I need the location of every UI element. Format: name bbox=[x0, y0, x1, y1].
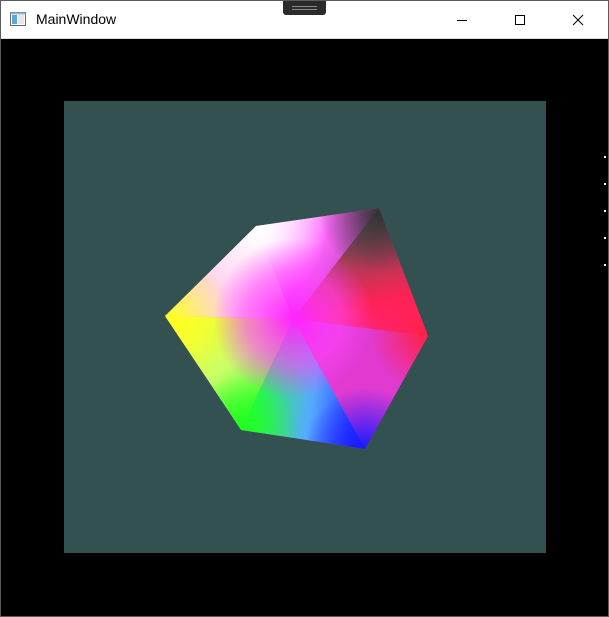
close-button[interactable] bbox=[549, 1, 607, 38]
edge-marker bbox=[604, 183, 606, 185]
snap-grip-icon[interactable] bbox=[283, 1, 326, 15]
window-title: MainWindow bbox=[36, 11, 117, 27]
render-scene bbox=[1, 39, 608, 616]
edge-marker bbox=[604, 210, 606, 212]
window-app-icon bbox=[10, 12, 26, 26]
maximize-button[interactable] bbox=[491, 1, 549, 38]
close-icon bbox=[572, 14, 584, 25]
edge-marker bbox=[604, 264, 606, 266]
maximize-icon bbox=[515, 14, 525, 25]
render-viewport[interactable] bbox=[1, 39, 608, 616]
edge-marker bbox=[604, 156, 606, 158]
title-bar[interactable]: MainWindow bbox=[1, 1, 608, 39]
minimize-icon bbox=[457, 19, 467, 21]
main-window: MainWindow bbox=[0, 0, 609, 617]
edge-marker bbox=[604, 237, 606, 239]
minimize-button[interactable] bbox=[433, 1, 491, 38]
